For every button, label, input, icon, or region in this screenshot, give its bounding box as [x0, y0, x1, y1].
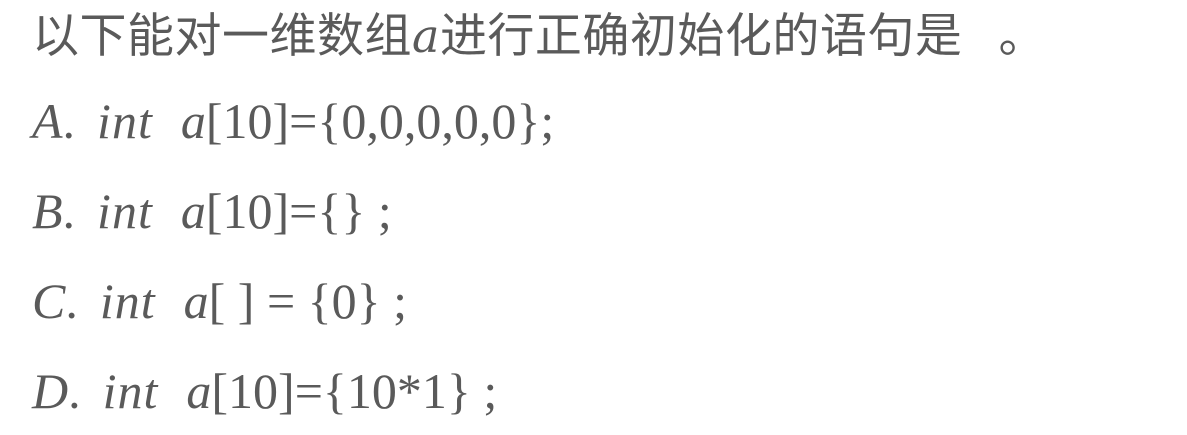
option-a[interactable]: A. int a[10]={0,0,0,0,0}; — [32, 88, 554, 154]
option-letter: C — [32, 273, 66, 329]
option-identifier: a — [183, 273, 209, 329]
option-dot: . — [62, 93, 76, 149]
question-suffix: 进行正确初始化的语句是 — [439, 9, 963, 64]
option-keyword: int — [97, 183, 153, 239]
option-dot: . — [65, 273, 78, 329]
option-identifier: a — [180, 93, 206, 149]
option-code: [10]={} ; — [205, 183, 392, 239]
option-dot: . — [62, 183, 76, 239]
option-keyword: int — [97, 93, 153, 149]
option-identifier: a — [180, 183, 206, 239]
option-letter: A — [32, 93, 63, 149]
option-dot: . — [68, 363, 81, 419]
option-letter: D — [32, 363, 69, 419]
option-identifier: a — [186, 363, 212, 419]
option-letter: B — [32, 183, 63, 239]
option-c[interactable]: C. int a[ ] = {0} ; — [32, 268, 407, 334]
option-code: [10]={0,0,0,0,0}; — [205, 93, 555, 149]
question-variable: a — [412, 9, 440, 63]
option-code: [ ] = {0} ; — [208, 273, 408, 329]
option-keyword: int — [102, 363, 159, 419]
option-keyword: int — [99, 273, 156, 329]
question-prefix: 以下能对一维数组 — [32, 9, 412, 64]
option-code: [10]={10*1} ; — [211, 363, 498, 419]
option-b[interactable]: B. int a[10]={} ; — [32, 178, 392, 244]
option-d[interactable]: D. int a[10]={10*1} ; — [32, 358, 497, 424]
question-text: 以下能对一维数组a进行正确初始化的语句是。 — [32, 4, 1182, 69]
question-end: 。 — [998, 9, 1046, 64]
